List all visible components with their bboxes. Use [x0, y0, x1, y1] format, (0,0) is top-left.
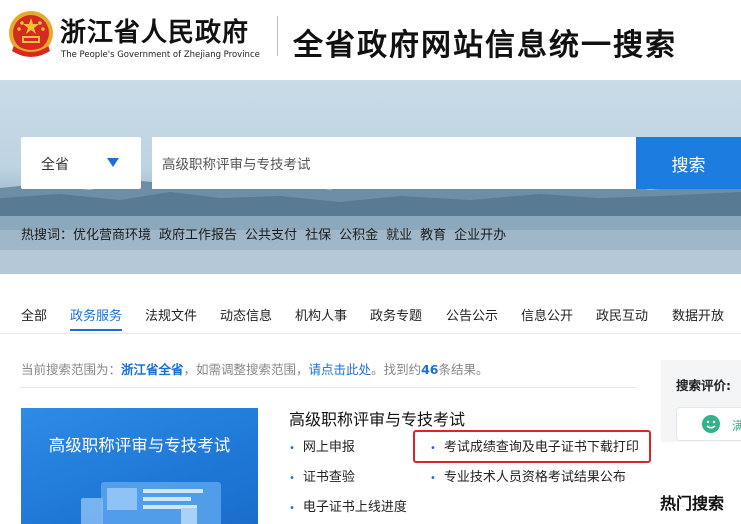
hot-word[interactable]: 政府工作报告 [159, 228, 237, 243]
gov-name-cn: 浙江省人民政府 [60, 18, 250, 48]
result-thumbnail[interactable]: 高级职称评审与专技考试 [21, 408, 258, 524]
header-divider [277, 16, 278, 56]
result-link-exam-results[interactable]: • 专业技术人员资格考试结果公布 [430, 466, 626, 485]
hot-word[interactable]: 公积金 [339, 228, 378, 243]
portal-title: 全省政府网站信息统一搜索 [293, 28, 677, 63]
hot-word[interactable]: 教育 [420, 228, 446, 243]
tab-government-services[interactable]: 政务服务 [70, 305, 123, 331]
result-link-e-certificate-progress[interactable]: • 电子证书上线进度 [289, 496, 407, 515]
hot-search-words: 热搜词：优化营商环境 政府工作报告 公共支付 社保 公积金 就业 教育 企业开办 [21, 224, 514, 243]
hot-word[interactable]: 社保 [305, 228, 331, 243]
search-scope-dropdown[interactable]: 全省 [21, 137, 141, 189]
dashboard-illustration-icon [81, 482, 221, 524]
result-link-online-apply[interactable]: • 网上申报 [289, 436, 355, 455]
search-banner: 全省 搜索 热搜词：优化营商环境政府工作报告公共支付社保公积金就业教育企业开办 [0, 80, 741, 274]
hot-search-heading: 热门搜索 [660, 494, 725, 513]
tab-regulations[interactable]: 法规文件 [145, 305, 197, 324]
tab-open-info[interactable]: 信息公开 [521, 305, 573, 324]
rating-label: 搜索评价: [676, 378, 731, 393]
bullet-icon: • [289, 503, 295, 514]
tab-topics[interactable]: 政务专题 [370, 305, 422, 324]
tab-personnel[interactable]: 机构人事 [295, 305, 347, 324]
chevron-down-icon [107, 158, 119, 167]
hot-word[interactable]: 就业 [386, 228, 412, 243]
hot-word[interactable]: 企业开办 [454, 228, 506, 243]
bullet-icon: • [289, 443, 295, 454]
tab-interaction[interactable]: 政民互动 [596, 305, 648, 324]
info-divider [21, 387, 637, 388]
smile-icon [702, 415, 720, 433]
rating-satisfied-button[interactable]: 满 [676, 407, 741, 441]
national-emblem-icon [9, 11, 53, 57]
highlight-box [413, 430, 651, 463]
scope-name: 浙江省全省 [121, 362, 184, 377]
search-input[interactable] [152, 137, 636, 189]
tab-announcements[interactable]: 公告公示 [446, 305, 498, 324]
hot-word[interactable]: 优化营商环境 [73, 228, 151, 243]
rating-text: 满 [732, 417, 741, 434]
bullet-icon: • [430, 473, 436, 484]
tab-all[interactable]: 全部 [21, 305, 47, 324]
category-tabs: 全部 政务服务 法规文件 动态信息 机构人事 政务专题 公告公示 信息公开 政民… [0, 305, 741, 333]
tabs-divider [0, 333, 741, 334]
bullet-icon: • [289, 473, 295, 484]
search-scope-value: 全省 [41, 157, 69, 173]
gov-name-en: The People's Government of Zhejiang Prov… [61, 50, 260, 60]
hot-search-label: 热搜词： [21, 228, 74, 243]
site-header: 浙江省人民政府 The People's Government of Zheji… [0, 0, 741, 80]
change-scope-link[interactable]: 请点击此处 [309, 362, 372, 377]
result-link-certificate-check[interactable]: • 证书查验 [289, 466, 355, 485]
result-title[interactable]: 高级职称评审与专技考试 [289, 406, 465, 430]
tab-open-data[interactable]: 数据开放 [672, 305, 724, 324]
result-count: 46 [421, 362, 439, 377]
tab-news[interactable]: 动态信息 [220, 305, 272, 324]
hot-word[interactable]: 公共支付 [245, 228, 297, 243]
search-button[interactable]: 搜索 [636, 137, 741, 189]
search-scope-info: 当前搜索范围为：浙江省全省，如需调整搜索范围，请点击此处。找到约46条结果。 [21, 362, 489, 377]
